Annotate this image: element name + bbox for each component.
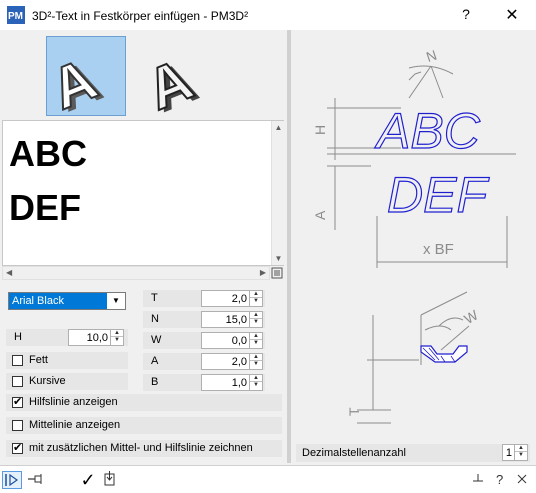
a-spinner[interactable]: 2,0 ▲ ▼ (201, 353, 263, 370)
label-h: H (312, 125, 328, 135)
mittellinie-checkbox[interactable] (12, 420, 23, 431)
ok-button[interactable]: ✓ (78, 471, 98, 489)
text-preview[interactable]: ABC DEF ▲ ▼ (2, 120, 284, 266)
kursive-row (6, 373, 128, 390)
preview-line-2: DEF (9, 187, 81, 228)
hilfslinie-checkbox[interactable] (12, 395, 23, 408)
help-icon[interactable]: ? (490, 471, 510, 489)
preview-horizontal-scrollbar[interactable]: ◀ ▶ (2, 266, 270, 280)
decimal-row: Dezimalstellenanzahl 1 ▲ ▼ (296, 444, 530, 462)
spin-down-icon[interactable]: ▼ (250, 319, 262, 326)
b-value: 1,0 (231, 377, 247, 389)
app-icon: PM (7, 6, 25, 24)
spin-down-icon[interactable]: ▼ (250, 340, 262, 347)
spin-down-icon[interactable]: ▼ (250, 298, 262, 305)
spin-up-icon[interactable]: ▲ (515, 445, 527, 452)
scroll-down-icon[interactable]: ▼ (274, 254, 283, 263)
zusaetzlich-label[interactable]: mit zusätzlichen Mittel- und Hilfslinie … (29, 442, 253, 454)
close-button[interactable]: ✕ (500, 5, 524, 27)
t-spinner[interactable]: 2,0 ▲ ▼ (201, 290, 263, 307)
expand-panel-button[interactable] (2, 471, 22, 489)
title-bar: PM 3D²-Text in Festkörper einfügen - PM3… (0, 0, 536, 30)
apply-icon (104, 471, 115, 486)
spin-down-icon[interactable]: ▼ (250, 382, 262, 389)
n-label: N (151, 313, 159, 325)
expand-panel-icon (5, 473, 19, 487)
resize-grip-icon[interactable] (270, 266, 284, 280)
n-spinner[interactable]: 15,0 ▲ ▼ (201, 311, 263, 328)
close-icon[interactable] (512, 471, 532, 489)
a-value: 2,0 (231, 356, 247, 368)
preview-vertical-scrollbar[interactable]: ▲ ▼ (271, 121, 284, 265)
bottom-toolbar: ✓ ? (0, 465, 536, 493)
label-t: T (346, 407, 362, 416)
diagram-text-line2: DEF (387, 167, 489, 223)
preview-line-1: ABC (9, 133, 87, 174)
zusaetzlich-checkbox[interactable] (12, 441, 23, 454)
w-spinner[interactable]: 0,0 ▲ ▼ (201, 332, 263, 349)
spin-down-icon[interactable]: ▼ (111, 337, 123, 344)
b-spinner[interactable]: 1,0 ▲ ▼ (201, 374, 263, 391)
minimize-icon[interactable] (468, 471, 488, 489)
fett-label[interactable]: Fett (29, 354, 48, 366)
pin-icon (28, 474, 42, 484)
dimension-diagram: N H A ABC DEF x BF W T (291, 30, 536, 430)
spin-up-icon[interactable]: ▲ (250, 291, 262, 298)
pin-button[interactable] (26, 471, 46, 489)
diagram-text-line1: ABC (374, 103, 481, 159)
spin-up-icon[interactable]: ▲ (250, 333, 262, 340)
font-dropdown-value: Arial Black (9, 293, 107, 309)
fett-checkbox[interactable] (12, 355, 23, 366)
kursive-checkbox[interactable] (12, 376, 23, 387)
spin-up-icon[interactable]: ▲ (250, 375, 262, 382)
scroll-up-icon[interactable]: ▲ (274, 123, 283, 132)
mittellinie-label[interactable]: Mittelinie anzeigen (29, 419, 120, 431)
help-button[interactable]: ? (456, 6, 476, 26)
decimal-value: 1 (505, 447, 512, 459)
style-thumb-extruded[interactable]: A A (41, 36, 126, 124)
w-label: W (151, 334, 162, 346)
n-value: 15,0 (225, 314, 247, 326)
label-a: A (312, 210, 328, 220)
a-label: A (151, 355, 159, 367)
kursive-label[interactable]: Kursive (29, 375, 66, 387)
w-value: 0,0 (231, 335, 247, 347)
svg-text:?: ? (496, 472, 503, 487)
label-bf: x BF (423, 241, 454, 258)
label-w: W (461, 306, 481, 327)
h-spinner[interactable]: 10,0 ▲ ▼ (68, 329, 124, 346)
h-label: H (14, 331, 22, 343)
app-icon-text: PM (8, 11, 23, 22)
t-label: T (151, 292, 158, 304)
apply-button[interactable] (100, 471, 120, 489)
decimal-spinner[interactable]: 1 ▲ ▼ (502, 444, 528, 461)
scroll-left-icon[interactable]: ◀ (6, 268, 12, 277)
fett-row (6, 352, 128, 369)
decimal-label: Dezimalstellenanzahl (302, 447, 406, 459)
text-style-gallery: A A A A (0, 30, 285, 125)
font-dropdown[interactable]: Arial Black ▼ (8, 292, 126, 310)
spin-up-icon[interactable]: ▲ (111, 330, 123, 337)
spin-down-icon[interactable]: ▼ (515, 452, 527, 459)
label-n: N (424, 47, 439, 65)
hilfslinie-label[interactable]: Hilfslinie anzeigen (29, 396, 118, 408)
t-value: 2,0 (231, 293, 247, 305)
h-value: 10,0 (86, 332, 108, 344)
scroll-right-icon[interactable]: ▶ (260, 268, 266, 277)
spin-up-icon[interactable]: ▲ (250, 312, 262, 319)
spin-up-icon[interactable]: ▲ (250, 354, 262, 361)
spin-down-icon[interactable]: ▼ (250, 361, 262, 368)
b-label: B (151, 376, 159, 388)
style-thumb-engraved[interactable]: A A (137, 36, 220, 125)
chevron-down-icon[interactable]: ▼ (107, 293, 125, 309)
window-title: 3D²-Text in Festkörper einfügen - PM3D² (32, 9, 249, 23)
